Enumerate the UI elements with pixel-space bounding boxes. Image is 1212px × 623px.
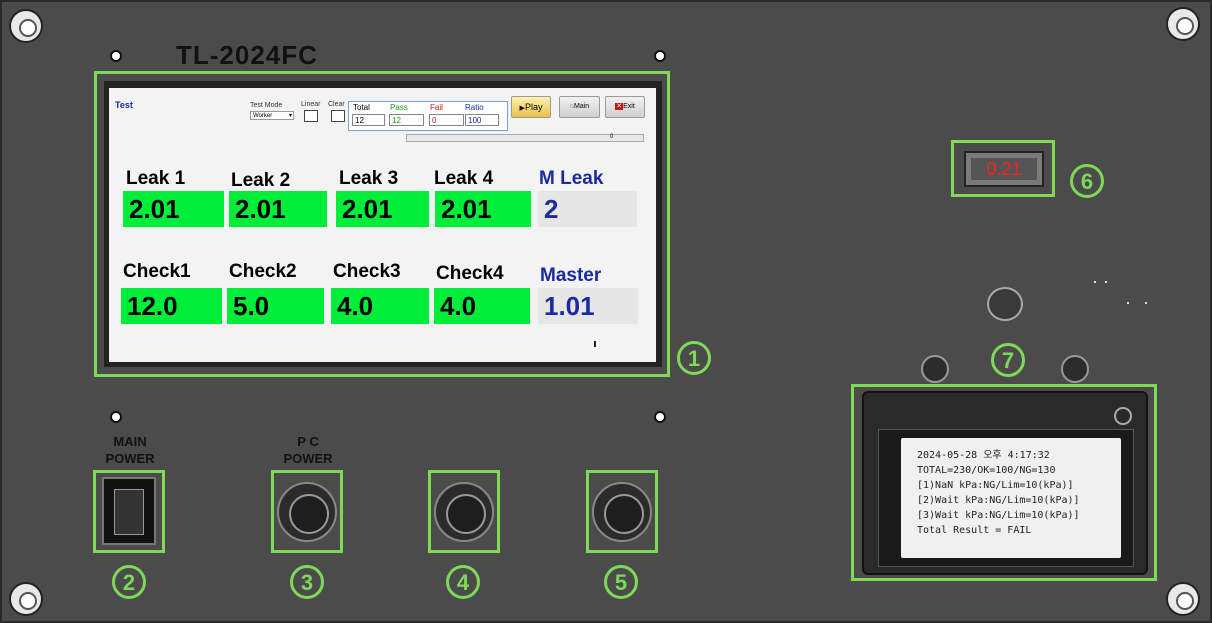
screen-title: Test xyxy=(115,100,133,110)
mount-hole-icon xyxy=(110,411,122,423)
ratio-field: 100 xyxy=(465,114,499,126)
check-3-value: 4.0 xyxy=(331,288,429,324)
receipt-line: [3)Wait kPa:NG/Lim=10(kPa)] xyxy=(917,510,1080,521)
check-4-value: 4.0 xyxy=(434,288,530,324)
check-2-label: Check2 xyxy=(229,261,297,282)
callout-6: 6 xyxy=(1070,164,1104,198)
printer: 2024-05-28 오후 4:17:32 TOTAL=230/OK=100/N… xyxy=(862,391,1148,575)
callout-2: 2 xyxy=(112,565,146,599)
master-label: Master xyxy=(540,265,602,286)
feed-knob-icon[interactable] xyxy=(987,287,1023,321)
screw-icon xyxy=(1166,582,1200,616)
leak-1-value: 2.01 xyxy=(123,191,224,227)
mount-hole-icon xyxy=(654,411,666,423)
check-1-label: Check1 xyxy=(123,261,191,282)
check-1-value: 12.0 xyxy=(121,288,222,324)
check-3-label: Check3 xyxy=(333,261,401,282)
linear-label: Linear xyxy=(301,101,321,108)
close-icon: ✕ xyxy=(615,103,624,110)
model-name: TL-2024FC xyxy=(176,40,318,70)
fail-field: 0 xyxy=(429,114,464,126)
indicator-dot-icon xyxy=(1105,281,1107,283)
ratio-label: Ratio xyxy=(465,103,484,112)
counters-group: Total Pass Fail Ratio 12 12 0 100 xyxy=(348,101,508,131)
screw-icon xyxy=(1166,7,1200,41)
mount-hole-icon xyxy=(654,50,666,62)
leak-4-value: 2.01 xyxy=(435,191,531,227)
callout-5: 5 xyxy=(604,565,638,599)
master-value: 1.01 xyxy=(538,288,638,324)
touchscreen[interactable]: Test Test Mode Worker ▾ Linear Clear Tot… xyxy=(109,88,656,362)
rocker-icon xyxy=(114,489,144,535)
push-button-4[interactable] xyxy=(434,482,494,542)
progress-bar: 0 xyxy=(406,134,644,142)
cursor-mark xyxy=(594,341,596,347)
printer-screw-icon xyxy=(921,355,949,383)
receipt-line: [1)NaN kPa:NG/Lim=10(kPa)] xyxy=(917,480,1074,491)
receipt-line: TOTAL=230/OK=100/NG=130 xyxy=(917,465,1056,476)
receipt-paper[interactable]: 2024-05-28 오후 4:17:32 TOTAL=230/OK=100/N… xyxy=(901,438,1121,558)
callout-1: 1 xyxy=(677,341,711,375)
main-power-switch[interactable] xyxy=(102,477,156,545)
indicator-dot-icon xyxy=(1094,281,1096,283)
push-button-5[interactable] xyxy=(592,482,652,542)
leak-3-label: Leak 3 xyxy=(339,168,399,189)
test-mode-label: Test Mode xyxy=(250,102,283,109)
total-field: 12 xyxy=(352,114,385,126)
clear-checkbox[interactable] xyxy=(331,110,345,122)
paper-slot: 2024-05-28 오후 4:17:32 TOTAL=230/OK=100/N… xyxy=(878,429,1134,567)
leak-1-label: Leak 1 xyxy=(126,168,186,189)
fail-label: Fail xyxy=(430,103,443,112)
indicator-dot-icon xyxy=(1145,302,1147,304)
receipt-line: 2024-05-28 오후 4:17:32 xyxy=(917,450,1050,461)
pressure-display: 0.21 xyxy=(964,151,1044,187)
receipt-line: [2)Wait kPa:NG/Lim=10(kPa)] xyxy=(917,495,1080,506)
main-power-label: MAIN POWER xyxy=(105,434,155,466)
pc-power-label: P C POWER xyxy=(283,434,333,466)
leak-2-label: Leak 2 xyxy=(231,170,291,191)
check-4-label: Check4 xyxy=(436,263,504,284)
leak-4-label: Leak 4 xyxy=(434,168,494,189)
m-leak-label: M Leak xyxy=(539,168,604,189)
printer-screw-icon xyxy=(1061,355,1089,383)
mount-hole-icon xyxy=(110,50,122,62)
main-button[interactable]: ⌂Main xyxy=(559,96,600,118)
test-mode-select[interactable]: Worker ▾ xyxy=(250,111,294,120)
indicator-dot-icon xyxy=(1127,302,1129,304)
chevron-down-icon: ▾ xyxy=(288,113,292,119)
callout-7: 7 xyxy=(991,343,1025,377)
total-label: Total xyxy=(353,103,370,112)
callout-4: 4 xyxy=(446,565,480,599)
check-2-value: 5.0 xyxy=(227,288,324,324)
play-button[interactable]: ▶Play xyxy=(511,96,551,118)
linear-checkbox[interactable] xyxy=(304,110,318,122)
printer-lock-icon xyxy=(1114,407,1132,425)
screw-icon xyxy=(9,9,43,43)
pass-field: 12 xyxy=(389,114,424,126)
pressure-display-value: 0.21 xyxy=(971,158,1037,180)
test-mode-value: Worker xyxy=(253,113,273,119)
callout-3: 3 xyxy=(290,565,324,599)
receipt-line: Total Result = FAIL xyxy=(917,525,1032,536)
leak-3-value: 2.01 xyxy=(336,191,429,227)
leak-2-value: 2.01 xyxy=(229,191,327,227)
pc-power-button[interactable] xyxy=(277,482,337,542)
m-leak-value: 2 xyxy=(538,191,637,227)
exit-button[interactable]: ✕Exit xyxy=(605,96,645,118)
clear-label: Clear xyxy=(328,101,345,108)
pass-label: Pass xyxy=(390,103,408,112)
screw-icon xyxy=(9,582,43,616)
progress-value: 0 xyxy=(610,134,614,140)
